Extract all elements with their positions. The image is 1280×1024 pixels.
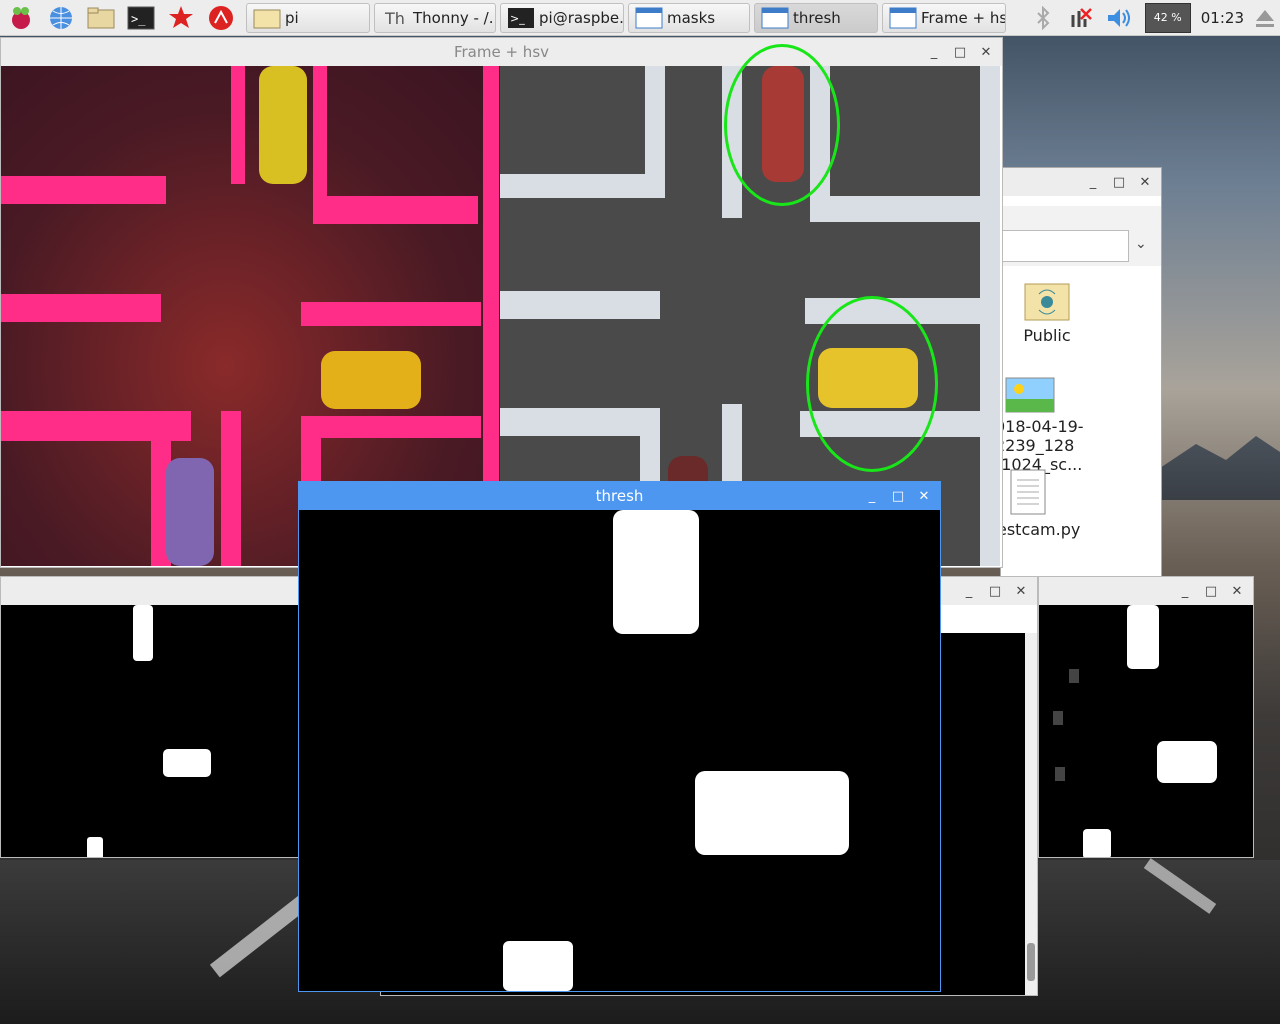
- taskbar-button-thresh[interactable]: thresh: [754, 2, 878, 33]
- maximize-icon[interactable]: □: [1203, 584, 1219, 599]
- taskbar-button-terminal[interactable]: >_ pi@raspbe...: [500, 2, 624, 33]
- masks-window[interactable]: [0, 576, 300, 858]
- file-item-script[interactable]: estcam.py: [1000, 468, 1087, 539]
- scrollbar-thumb[interactable]: [1027, 943, 1035, 981]
- file-label: 018-04-19- 2239_128 (1024_sc...: [1000, 417, 1084, 474]
- car-purple-hsv: [166, 458, 214, 566]
- right-mask-image-pane: [1039, 605, 1253, 857]
- file-label: estcam.py: [1000, 520, 1081, 539]
- network-disconnected-icon[interactable]: [1067, 5, 1093, 31]
- system-tray: 42 % 01:23: [1025, 2, 1280, 33]
- thonny-icon: Th: [384, 9, 405, 28]
- text-file-icon: [1010, 469, 1046, 515]
- taskbar-button-label: masks: [667, 8, 716, 27]
- taskbar-button-thonny[interactable]: Th Thonny - /...: [374, 2, 496, 33]
- svg-text:>_: >_: [131, 12, 146, 26]
- thresh-window[interactable]: thresh _ □ ✕: [298, 481, 941, 992]
- window-title: thresh: [595, 487, 644, 505]
- file-manager-window[interactable]: _ □ ✕ ⌄ Public 018-04-19- 2239_128 (1024_s…: [1000, 167, 1162, 587]
- car-yellow-hsv: [321, 351, 421, 409]
- public-folder-icon: [1024, 283, 1070, 321]
- close-icon[interactable]: ✕: [916, 489, 932, 504]
- taskbar-button-label: thresh: [793, 8, 841, 27]
- taskbar-button-label: Frame + hsv: [921, 8, 1005, 27]
- maximize-icon[interactable]: □: [1111, 175, 1127, 190]
- window-icon: [889, 7, 917, 28]
- svg-text:Th: Th: [384, 9, 405, 28]
- eject-icon[interactable]: [1254, 6, 1276, 30]
- thresh-image-pane: [299, 510, 940, 991]
- window-icon: [761, 7, 789, 28]
- taskbar-button-label: Thonny - /...: [413, 8, 496, 27]
- close-icon[interactable]: ✕: [1229, 584, 1245, 599]
- minimize-icon[interactable]: _: [926, 45, 942, 60]
- maximize-icon[interactable]: □: [890, 489, 906, 504]
- window-title: Frame + hsv: [453, 43, 550, 61]
- close-icon[interactable]: ✕: [978, 45, 994, 60]
- desktop-wallpaper-mountains: [1160, 436, 1280, 500]
- thresh-blob: [503, 941, 573, 991]
- minimize-icon[interactable]: _: [1177, 584, 1193, 599]
- file-manager-titlebar[interactable]: _ □ ✕: [1001, 168, 1161, 196]
- svg-text:>_: >_: [510, 12, 525, 25]
- chevron-down-icon[interactable]: ⌄: [1135, 236, 1147, 252]
- scrollbar[interactable]: [1025, 633, 1037, 995]
- maximize-icon[interactable]: □: [987, 584, 1003, 599]
- taskbar: >_ pi Th Thonny - /... >_ pi@raspbe... m…: [0, 0, 1280, 36]
- mask-image-pane: [1, 605, 299, 857]
- raspberry-menu-icon[interactable]: [6, 3, 36, 33]
- frame-hsv-titlebar[interactable]: Frame + hsv _ □ ✕: [1, 38, 1002, 66]
- cpu-monitor[interactable]: 42 %: [1144, 2, 1191, 33]
- close-icon[interactable]: ✕: [1013, 584, 1029, 599]
- web-browser-icon[interactable]: [46, 3, 76, 33]
- clock[interactable]: 01:23: [1201, 9, 1244, 27]
- minimize-icon[interactable]: _: [961, 584, 977, 599]
- mathematica-icon[interactable]: [166, 3, 196, 33]
- file-item-public[interactable]: Public: [1007, 278, 1087, 345]
- detection-ring: [724, 44, 840, 206]
- masks-titlebar[interactable]: [1, 577, 299, 605]
- terminal-icon[interactable]: >_: [126, 3, 156, 33]
- taskbar-button-label: pi@raspbe...: [539, 8, 624, 27]
- right-mask-window[interactable]: _ □ ✕: [1038, 576, 1254, 858]
- minimize-icon[interactable]: _: [864, 489, 880, 504]
- file-label: Public: [1023, 326, 1071, 345]
- taskbar-button-masks[interactable]: masks: [628, 2, 750, 33]
- file-manager-icon[interactable]: [86, 3, 116, 33]
- taskbar-button-pi[interactable]: pi: [246, 2, 370, 33]
- right-mask-titlebar[interactable]: _ □ ✕: [1039, 577, 1253, 605]
- file-manager-pathbar: ⌄: [1001, 206, 1161, 266]
- volume-icon[interactable]: [1105, 6, 1131, 30]
- thresh-blob: [613, 510, 699, 634]
- wolfram-icon[interactable]: [206, 3, 236, 33]
- detection-ring: [806, 296, 938, 472]
- window-icon: [635, 7, 663, 28]
- taskbar-button-frame-hsv[interactable]: Frame + hsv: [882, 2, 1006, 33]
- folder-icon: [253, 9, 281, 28]
- path-input[interactable]: [1001, 230, 1129, 262]
- minimize-icon[interactable]: _: [1085, 175, 1101, 190]
- maximize-icon[interactable]: □: [952, 45, 968, 60]
- thresh-blob: [695, 771, 849, 855]
- bluetooth-icon[interactable]: [1033, 5, 1053, 30]
- taskbar-button-label: pi: [285, 8, 299, 27]
- terminal-icon: >_: [508, 7, 534, 28]
- car-yellow-hsv: [259, 66, 307, 184]
- image-file-icon: [1005, 377, 1055, 413]
- thresh-titlebar[interactable]: thresh _ □ ✕: [299, 482, 940, 510]
- close-icon[interactable]: ✕: [1137, 175, 1153, 190]
